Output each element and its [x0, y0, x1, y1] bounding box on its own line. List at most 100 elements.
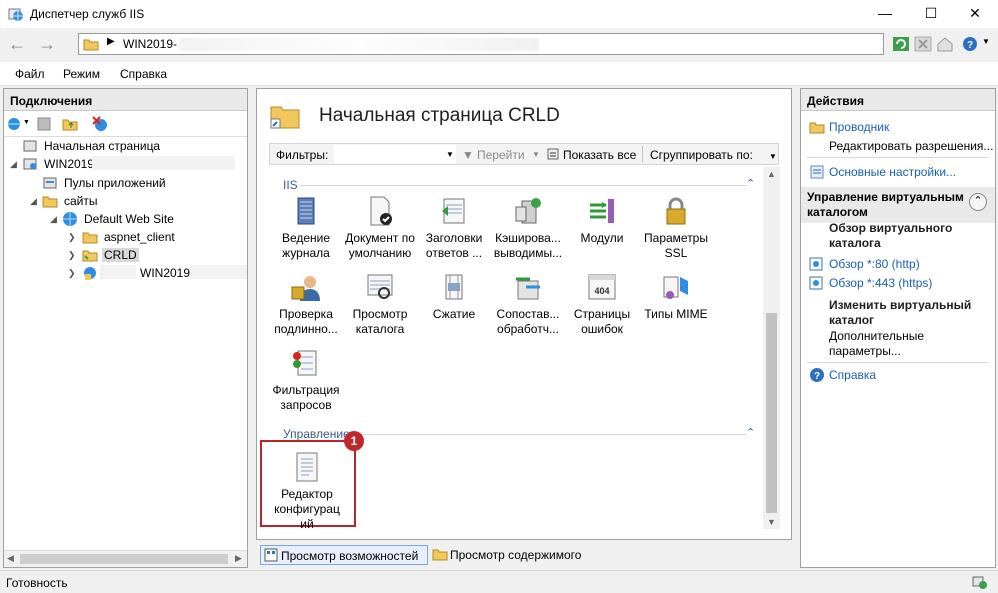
- collapse-iis-icon[interactable]: ⌃: [746, 177, 755, 190]
- manage-vdir-group: Управление виртуальным каталогом: [801, 187, 995, 223]
- feature-label: Просмотр: [352, 307, 408, 321]
- scroll-up-icon[interactable]: ▲: [767, 169, 776, 179]
- scroll-thumb[interactable]: [20, 554, 228, 564]
- redacted-area: [92, 156, 235, 170]
- tab-features-view[interactable]: Просмотр возможностей: [260, 545, 428, 565]
- help-dropdown-icon[interactable]: ▼: [982, 37, 990, 46]
- expand-sites-icon[interactable]: ◢: [30, 196, 37, 207]
- connect-dropdown-icon[interactable]: ▼: [23, 119, 30, 126]
- breadcrumb-chevron-icon: ▶: [107, 36, 115, 47]
- browse-icon: [809, 276, 823, 290]
- tab-content-view[interactable]: Просмотр содержимого: [430, 545, 600, 565]
- scroll-left-icon[interactable]: ◀: [7, 553, 14, 564]
- expand-aspnet-icon[interactable]: ❯: [68, 232, 76, 243]
- menu-file[interactable]: Файл: [15, 67, 45, 81]
- action-advanced-settings[interactable]: Дополнительные параметры...: [829, 329, 979, 359]
- section-management: Управление: [283, 427, 350, 441]
- ssl-icon: [666, 197, 686, 225]
- feature-config-editor[interactable]: Редактор конфигурац ий: [269, 451, 345, 532]
- action-edit-permissions[interactable]: Редактировать разрешения...: [829, 139, 993, 153]
- section-divider: [355, 434, 747, 435]
- home-icon[interactable]: [936, 36, 954, 52]
- feature-label: умолчанию: [348, 246, 412, 260]
- save-icon[interactable]: [36, 116, 52, 132]
- feature-request-filtering[interactable]: Фильтрация запросов: [269, 347, 343, 413]
- sites-folder-icon: [42, 196, 58, 208]
- go-dropdown-icon[interactable]: ▼: [532, 150, 540, 159]
- feature-compression[interactable]: Сжатие: [417, 271, 491, 322]
- collapse-management-icon[interactable]: ⌃: [746, 426, 755, 439]
- mime-types-icon: [663, 276, 688, 299]
- back-button[interactable]: ←: [4, 32, 30, 58]
- help-icon[interactable]: ?: [962, 36, 980, 52]
- feature-default-document[interactable]: Документ по умолчанию: [343, 195, 417, 261]
- feature-label: журнала: [282, 246, 330, 260]
- forward-button[interactable]: →: [34, 32, 60, 58]
- logging-icon: [297, 197, 315, 225]
- feature-handler-mappings[interactable]: Сопостав... обработч...: [491, 271, 565, 337]
- go-button[interactable]: Перейти: [477, 148, 525, 162]
- expand-server-icon[interactable]: ◢: [10, 159, 17, 170]
- feature-directory-browsing[interactable]: Просмотр каталога: [343, 271, 417, 337]
- feature-label: Фильтрация: [272, 383, 340, 397]
- menu-bar: Файл Режим Справка: [0, 62, 998, 86]
- stop-icon[interactable]: [914, 36, 932, 52]
- connect-icon[interactable]: [6, 116, 22, 132]
- features-panel: Начальная страница CRLD Фильтры: ▼ ▼ Пер…: [256, 88, 792, 540]
- folder-icon: [82, 232, 98, 244]
- connections-header: Подключения: [4, 89, 247, 111]
- feature-response-headers[interactable]: Заголовки ответов ...: [417, 195, 491, 261]
- scroll-down-icon[interactable]: ▼: [767, 517, 776, 527]
- address-box[interactable]: ▶ WIN2019-: [78, 33, 884, 55]
- funnel-icon: ▼: [462, 148, 474, 162]
- feature-label: Проверка: [279, 307, 333, 321]
- feature-modules[interactable]: Модули: [565, 195, 639, 246]
- feature-mime-types[interactable]: Типы MIME: [639, 271, 713, 322]
- feature-ssl[interactable]: Параметры SSL: [639, 195, 713, 261]
- expand-win2019-icon[interactable]: ❯: [68, 268, 76, 279]
- expand-default-site-icon[interactable]: ◢: [50, 214, 57, 225]
- feature-label: Кэширова...: [495, 231, 561, 245]
- feature-error-pages[interactable]: 404 Страницы ошибок: [565, 271, 639, 337]
- group-by-button[interactable]: Сгруппировать по:: [650, 148, 753, 162]
- refresh-icon[interactable]: [892, 36, 910, 52]
- menu-view[interactable]: Режим: [63, 67, 100, 81]
- feature-label: SSL: [664, 246, 688, 260]
- maximize-button[interactable]: ☐: [908, 0, 954, 28]
- minimize-button[interactable]: —: [862, 0, 908, 28]
- horizontal-scrollbar[interactable]: ◀ ▶: [4, 550, 247, 567]
- up-folder-icon[interactable]: [62, 116, 78, 132]
- title-bar: Диспетчер служб IIS — ☐ ✕: [0, 0, 998, 28]
- redacted-area: [179, 38, 539, 51]
- vertical-scrollbar[interactable]: ▲ ▼: [763, 167, 780, 529]
- feature-label: Сопостав...: [496, 307, 560, 321]
- application-icon: [84, 267, 96, 280]
- feature-output-caching[interactable]: Кэширова... выводимы...: [491, 195, 565, 261]
- actions-header: Действия: [801, 89, 995, 111]
- expand-crld-icon[interactable]: ❯: [68, 250, 76, 261]
- filter-dropdown-icon[interactable]: ▼: [446, 150, 454, 159]
- feature-authentication[interactable]: Проверка подлинно...: [269, 271, 343, 337]
- feature-logging[interactable]: Ведение журнала: [269, 195, 343, 261]
- connections-toolbar: ▼: [4, 111, 247, 137]
- menu-help[interactable]: Справка: [120, 67, 167, 81]
- collapse-group-icon[interactable]: ⌃: [969, 193, 987, 211]
- settings-icon: [810, 165, 824, 179]
- redacted-area: [190, 265, 247, 279]
- disconnect-icon[interactable]: [92, 116, 108, 132]
- address-segment[interactable]: WIN2019-: [123, 37, 177, 51]
- request-filtering-icon: [293, 350, 317, 376]
- show-all-button[interactable]: Показать все: [563, 148, 636, 162]
- scroll-thumb[interactable]: [766, 313, 777, 513]
- scroll-right-icon[interactable]: ▶: [235, 553, 242, 564]
- config-editor-icon: [296, 452, 318, 482]
- divider: [807, 362, 989, 363]
- filter-input[interactable]: [334, 145, 456, 163]
- default-document-icon: [370, 196, 392, 226]
- close-button[interactable]: ✕: [952, 0, 998, 28]
- group-by-dropdown-icon[interactable]: ▼: [769, 152, 777, 161]
- browse-vdir-title: Обзор виртуального каталога: [829, 221, 953, 250]
- feature-label: подлинно...: [274, 322, 338, 336]
- network-status-icon: [972, 576, 987, 589]
- svg-text:?: ?: [967, 40, 973, 51]
